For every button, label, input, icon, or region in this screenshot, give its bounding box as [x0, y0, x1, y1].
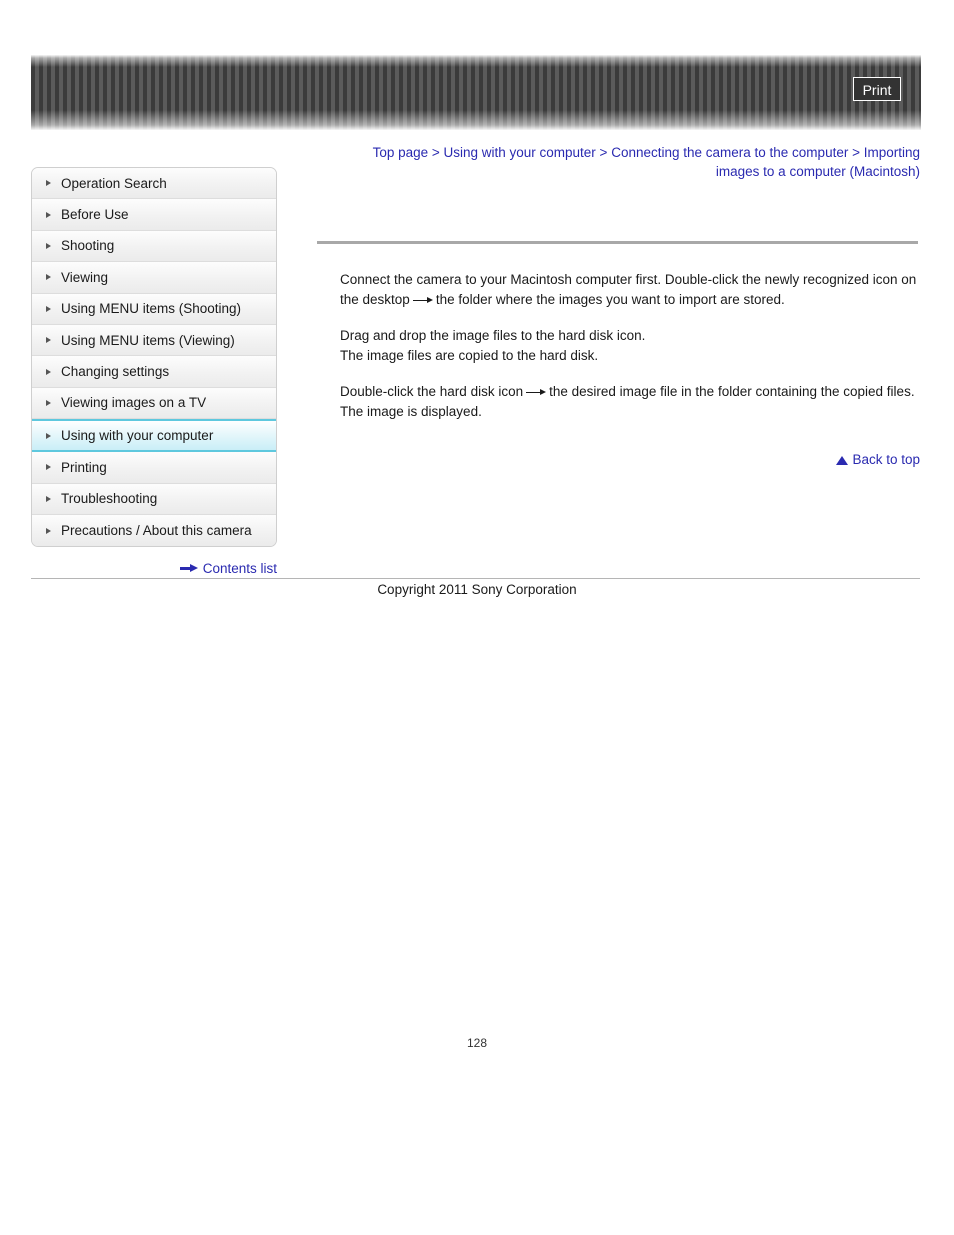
page-number: 128: [466, 1036, 488, 1050]
sidebar-item-label: Before Use: [61, 207, 129, 223]
sidebar-item-label: Troubleshooting: [61, 491, 158, 507]
back-to-top-label: Back to top: [852, 452, 920, 467]
sidebar-item-troubleshooting[interactable]: Troubleshooting: [32, 483, 276, 515]
sidebar-item-label: Using MENU items (Viewing): [61, 332, 235, 348]
sidebar-item-operation-search[interactable]: Operation Search: [32, 168, 276, 200]
sidebar-item-shooting[interactable]: Shooting: [32, 230, 276, 263]
breadcrumb-line-1[interactable]: Top page > Using with your computer > Co…: [373, 145, 920, 160]
triangle-right-icon: [46, 180, 51, 187]
footer-divider: [31, 578, 920, 579]
sidebar-item-using-menu-items-viewing[interactable]: Using MENU items (Viewing): [32, 324, 276, 357]
sidebar-item-label: Viewing images on a TV: [61, 395, 207, 411]
triangle-right-icon: [46, 464, 51, 471]
triangle-right-icon: [46, 305, 51, 312]
sidebar-item-using-with-your-computer[interactable]: Using with your computer: [32, 419, 276, 453]
sidebar-item-printing[interactable]: Printing: [32, 452, 276, 484]
sidebar-item-viewing-images-on-a-tv[interactable]: Viewing images on a TV: [32, 387, 276, 420]
sidebar-item-label: Precautions / About this camera: [61, 523, 252, 539]
contents-list-label: Contents list: [202, 561, 277, 576]
triangle-up-icon: [836, 456, 849, 465]
sidebar-item-using-menu-items-shooting[interactable]: Using MENU items (Shooting): [32, 293, 276, 325]
header-banner: Print: [31, 55, 921, 130]
back-to-top-link[interactable]: Back to top: [640, 452, 920, 467]
paragraph-2-line-1: Drag and drop the image files to the har…: [340, 328, 646, 343]
sidebar-nav: Operation Search Before Use Shooting Vie…: [31, 167, 277, 548]
contents-list-link[interactable]: Contents list: [31, 561, 277, 576]
triangle-right-icon: [46, 527, 51, 534]
paragraph-3-line-2: The image is displayed.: [340, 404, 482, 419]
sidebar-item-label: Printing: [61, 459, 107, 475]
breadcrumb-line-2[interactable]: images to a computer (Macintosh): [716, 164, 920, 179]
sidebar-item-label: Using MENU items (Shooting): [61, 301, 242, 317]
sidebar-item-changing-settings[interactable]: Changing settings: [32, 356, 276, 388]
triangle-right-icon: [46, 274, 51, 281]
sidebar-item-precautions-about-this-camera[interactable]: Precautions / About this camera: [32, 514, 276, 547]
triangle-right-icon: [46, 337, 51, 344]
arrow-right-icon: [526, 388, 547, 397]
arrow-right-icon: [412, 296, 433, 305]
triangle-right-icon: [46, 242, 51, 249]
paragraph-3-text-a: Double-click the hard disk icon: [340, 384, 524, 399]
sidebar-item-label: Shooting: [61, 238, 115, 254]
main-content: Connect the camera to your Macintosh com…: [340, 270, 920, 438]
sidebar-item-viewing[interactable]: Viewing: [32, 262, 276, 294]
content-divider: [317, 241, 918, 244]
sidebar-item-label: Operation Search: [61, 175, 167, 191]
breadcrumb: Top page > Using with your computer > Co…: [340, 143, 920, 181]
sidebar-item-label: Viewing: [61, 269, 109, 285]
paragraph-2: Drag and drop the image files to the har…: [340, 326, 920, 366]
paragraph-1: Connect the camera to your Macintosh com…: [340, 270, 920, 310]
arrow-right-icon: [179, 564, 198, 573]
sidebar-item-before-use[interactable]: Before Use: [32, 199, 276, 231]
print-button[interactable]: Print: [853, 77, 901, 101]
paragraph-2-line-2: The image files are copied to the hard d…: [340, 348, 599, 363]
sidebar-item-label: Using with your computer: [61, 428, 214, 444]
sidebar-item-label: Changing settings: [61, 364, 170, 380]
paragraph-1-text-b: the folder where the images you want to …: [435, 292, 785, 307]
triangle-right-icon: [46, 399, 51, 406]
paragraph-3-text-b: the desired image file in the folder con…: [549, 384, 915, 399]
triangle-right-icon: [46, 368, 51, 375]
triangle-right-icon: [46, 495, 51, 502]
triangle-right-icon: [46, 211, 51, 218]
copyright-text: Copyright 2011 Sony Corporation: [377, 582, 577, 597]
paragraph-3: Double-click the hard disk icon the desir…: [340, 382, 920, 422]
triangle-right-icon: [46, 432, 51, 439]
